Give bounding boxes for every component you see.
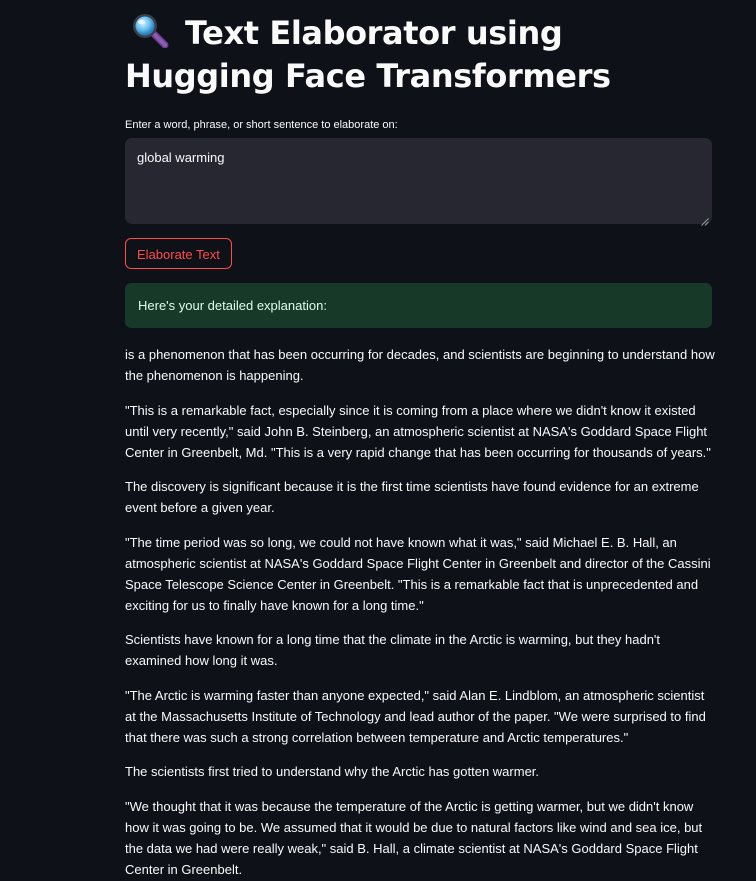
magnifying-glass-icon: [129, 12, 171, 49]
output-paragraph: The discovery is significant because it …: [125, 479, 699, 515]
elaborated-output: is a phenomenon that has been occurring …: [125, 344, 717, 880]
app-page: Text Elaborator using Hugging Face Trans…: [0, 0, 756, 881]
output-paragraph: "The time period was so long, we could n…: [125, 534, 711, 613]
output-paragraph: "The Arctic is warming faster than anyon…: [125, 687, 706, 745]
success-alert: Here's your detailed explanation:: [125, 283, 712, 328]
main-content: Text Elaborator using Hugging Face Trans…: [125, 0, 715, 881]
output-paragraph: is a phenomenon that has been occurring …: [125, 347, 715, 383]
resize-handle-icon[interactable]: [701, 213, 709, 226]
output-paragraph: The scientists first tried to understand…: [125, 764, 540, 779]
output-paragraph: "We thought that it was because the temp…: [125, 798, 703, 877]
page-title: Text Elaborator using Hugging Face Trans…: [125, 0, 713, 98]
elaborate-text-button[interactable]: Elaborate Text: [125, 238, 232, 269]
output-paragraph: Scientists have known for a long time th…: [125, 632, 661, 668]
page-title-text: Text Elaborator using Hugging Face Trans…: [125, 14, 611, 95]
output-paragraph: "This is a remarkable fact, especially s…: [125, 402, 711, 460]
text-input-area[interactable]: global warming: [125, 138, 712, 226]
text-input-value[interactable]: global warming: [137, 150, 224, 165]
input-label: Enter a word, phrase, or short sentence …: [125, 119, 398, 131]
